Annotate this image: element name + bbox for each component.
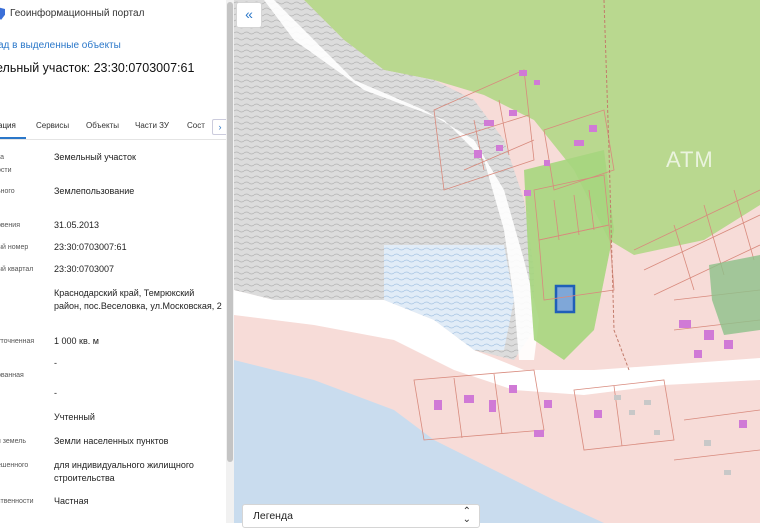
tabs-scroll-right-icon[interactable]: ›: [212, 119, 226, 135]
map-canvas[interactable]: АТМ: [234, 0, 760, 523]
field-value: 31.05.2013: [54, 220, 100, 230]
tab-parcel-parts[interactable]: Части ЗУ: [135, 121, 169, 130]
field-value: Земельный участок: [54, 152, 136, 162]
field-value: Учтенный: [54, 412, 95, 422]
legend-panel[interactable]: Легенда ⌃ ⌄: [242, 504, 480, 528]
field-key: ости: [0, 167, 12, 174]
watermark: АТМ: [666, 147, 714, 172]
shield-icon: [0, 7, 5, 20]
field-value: 1 000 кв. м: [54, 336, 99, 346]
field-key: ешенного: [0, 462, 29, 469]
collapse-sidebar-button[interactable]: «: [236, 2, 262, 28]
tab-information[interactable]: ация: [0, 121, 16, 130]
field-key: ый квартал: [0, 266, 34, 273]
field-value: 23:30:0703007:61: [54, 242, 127, 252]
field-key: ый номер: [0, 244, 29, 251]
field-value: Краснодарский край, Темрюкский район, по…: [54, 288, 222, 311]
active-tab-indicator: [0, 137, 26, 139]
field-key: ованная: [0, 372, 24, 379]
field-key: ьного: [0, 188, 15, 195]
tab-objects[interactable]: Объекты: [86, 121, 119, 130]
field-value: -: [54, 388, 57, 398]
field-value: Землепользование: [54, 186, 135, 196]
portal-header: Геоинформационный портал: [0, 0, 226, 30]
double-chevron-left-icon: «: [245, 6, 253, 22]
field-key: ственности: [0, 498, 34, 505]
scrollbar-thumb[interactable]: [227, 2, 233, 462]
info-sidebar: Геоинформационный портал ад в выделенные…: [0, 0, 226, 523]
chevron-up-down-icon[interactable]: ⌃ ⌄: [463, 507, 471, 525]
sidebar-scrollbar[interactable]: [226, 0, 234, 523]
field-key: та: [0, 154, 5, 161]
back-to-selected-link[interactable]: ад в выделенные объекты: [0, 40, 121, 51]
field-key: овения: [0, 222, 20, 229]
legend-label: Легенда: [253, 510, 293, 522]
page-title: ельный участок: 23:30:0703007:61: [0, 61, 195, 75]
field-value: для индивидуального жилищного строительс…: [54, 460, 194, 483]
field-key: уточненная: [0, 338, 35, 345]
map-layers: [234, 0, 760, 523]
field-value: Земли населенных пунктов: [54, 436, 169, 446]
selected-parcel[interactable]: [554, 284, 576, 314]
tab-bar: ация Сервисы Объекты Части ЗУ Сост ›: [0, 115, 226, 140]
field-value: 23:30:0703007: [54, 264, 115, 274]
portal-title: Геоинформационный портал: [10, 8, 145, 19]
field-value: Частная: [54, 496, 89, 506]
tab-services[interactable]: Сервисы: [36, 121, 69, 130]
field-key: я земель: [0, 438, 26, 445]
field-value: -: [54, 358, 57, 368]
tab-status[interactable]: Сост: [187, 121, 205, 130]
